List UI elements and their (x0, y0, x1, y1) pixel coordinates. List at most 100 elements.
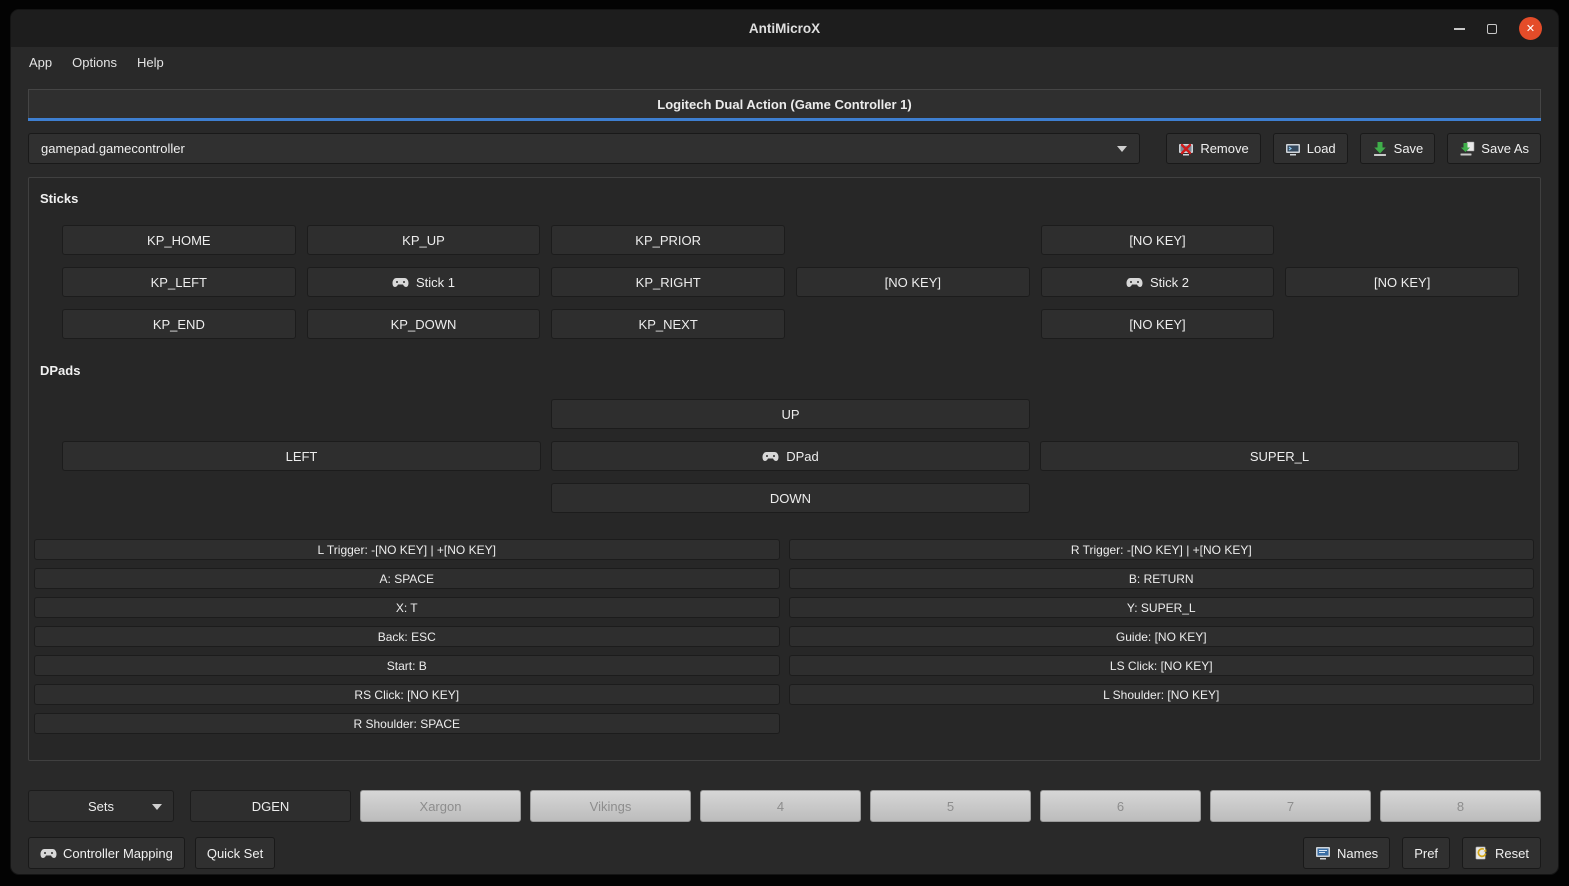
tab-controller-label: Logitech Dual Action (Game Controller 1) (657, 97, 911, 112)
stick2-center-button[interactable]: Stick 2 (1041, 267, 1275, 297)
load-profile-button[interactable]: Load (1273, 133, 1348, 164)
set-tab-3[interactable]: Vikings (530, 790, 691, 822)
tab-controller[interactable]: Logitech Dual Action (Game Controller 1) (28, 89, 1541, 118)
gamepad-icon (392, 277, 409, 288)
menu-app[interactable]: App (20, 51, 61, 74)
save-as-icon (1459, 141, 1475, 157)
guide-button[interactable]: Guide: [NO KEY] (789, 626, 1535, 647)
r-trigger-button[interactable]: R Trigger: -[NO KEY] | +[NO KEY] (789, 539, 1535, 560)
chevron-down-icon (1117, 146, 1127, 152)
controller-mapping-label: Controller Mapping (63, 846, 173, 861)
dpad-center-button[interactable]: DPad (551, 441, 1030, 471)
set-tab-7[interactable]: 7 (1210, 790, 1371, 822)
content-area: Logitech Dual Action (Game Controller 1)… (11, 77, 1558, 874)
quick-set-button[interactable]: Quick Set (195, 837, 275, 869)
ls-click-button[interactable]: LS Click: [NO KEY] (789, 655, 1535, 676)
set-tab-2[interactable]: Xargon (360, 790, 521, 822)
reset-icon (1474, 846, 1489, 861)
close-icon[interactable]: ✕ (1519, 17, 1542, 40)
stick1-center-button[interactable]: Stick 1 (307, 267, 541, 297)
dpad-label: DPad (786, 449, 819, 464)
footer-row: Controller Mapping Quick Set N (28, 837, 1541, 869)
profile-row: gamepad.gamecontroller Remove (28, 133, 1541, 164)
chevron-down-icon (152, 804, 162, 810)
menu-help[interactable]: Help (128, 51, 173, 74)
profile-actions: Remove Load (1166, 133, 1541, 164)
save-profile-button[interactable]: Save (1360, 133, 1436, 164)
stick1-left-button[interactable]: KP_LEFT (62, 267, 296, 297)
l-trigger-button[interactable]: L Trigger: -[NO KEY] | +[NO KEY] (34, 539, 780, 560)
gamepad-icon (40, 848, 57, 859)
reset-button[interactable]: Reset (1462, 837, 1541, 869)
gamepad-icon (1126, 277, 1143, 288)
remove-icon (1178, 141, 1194, 157)
button-assignments: L Trigger: -[NO KEY] | +[NO KEY] A: SPAC… (34, 539, 1534, 734)
window-frame: AntiMicroX ✕ App Options Help Logitech D… (0, 0, 1569, 886)
a-button[interactable]: A: SPACE (34, 568, 780, 589)
stick2-label: Stick 2 (1150, 275, 1189, 290)
load-profile-label: Load (1307, 141, 1336, 156)
x-button[interactable]: X: T (34, 597, 780, 618)
button-assignments-right: R Trigger: -[NO KEY] | +[NO KEY] B: RETU… (789, 539, 1535, 734)
reset-label: Reset (1495, 846, 1529, 861)
stick2-up-button[interactable]: [NO KEY] (1041, 225, 1275, 255)
app-window: AntiMicroX ✕ App Options Help Logitech D… (10, 9, 1559, 875)
remove-profile-label: Remove (1200, 141, 1248, 156)
quick-set-label: Quick Set (207, 846, 263, 861)
save-profile-label: Save (1394, 141, 1424, 156)
stick1-down-button[interactable]: KP_DOWN (307, 309, 541, 339)
gamepad-icon (762, 451, 779, 462)
back-button[interactable]: Back: ESC (34, 626, 780, 647)
sticks-grid: KP_HOME KP_UP KP_PRIOR [NO KEY] KP_LEFT … (62, 225, 1519, 339)
save-as-profile-label: Save As (1481, 141, 1529, 156)
stick2-left-button[interactable]: [NO KEY] (796, 267, 1030, 297)
sticks-section-label: Sticks (40, 191, 1540, 206)
pref-button[interactable]: Pref (1402, 837, 1450, 869)
stick2-down-button[interactable]: [NO KEY] (1041, 309, 1275, 339)
set-tab-6[interactable]: 6 (1040, 790, 1201, 822)
profile-select[interactable]: gamepad.gamecontroller (28, 133, 1140, 164)
dpad-up-button[interactable]: UP (551, 399, 1030, 429)
r-shoulder-button[interactable]: R Shoulder: SPACE (34, 713, 780, 734)
names-icon (1315, 846, 1331, 860)
sets-row: Sets DGEN Xargon Vikings 4 5 6 7 8 (28, 790, 1541, 822)
stick1-up-left-button[interactable]: KP_HOME (62, 225, 296, 255)
remove-profile-button[interactable]: Remove (1166, 133, 1260, 164)
window-controls: ✕ (1454, 10, 1542, 47)
rs-click-button[interactable]: RS Click: [NO KEY] (34, 684, 780, 705)
b-button[interactable]: B: RETURN (789, 568, 1535, 589)
set-tab-5[interactable]: 5 (870, 790, 1031, 822)
stick1-down-left-button[interactable]: KP_END (62, 309, 296, 339)
mapping-panel: Sticks KP_HOME KP_UP KP_PRIOR [NO KEY] K… (28, 177, 1541, 761)
window-title: AntiMicroX (749, 21, 820, 36)
dpad-left-button[interactable]: LEFT (62, 441, 541, 471)
names-button[interactable]: Names (1303, 837, 1390, 869)
footer-right-group: Names Pref Reset (1303, 837, 1541, 869)
dpad-down-button[interactable]: DOWN (551, 483, 1030, 513)
stick1-label: Stick 1 (416, 275, 455, 290)
maximize-icon[interactable] (1487, 24, 1497, 34)
profile-select-value: gamepad.gamecontroller (41, 141, 185, 156)
stick1-up-right-button[interactable]: KP_PRIOR (551, 225, 785, 255)
start-button[interactable]: Start: B (34, 655, 780, 676)
names-label: Names (1337, 846, 1378, 861)
sets-menu-button[interactable]: Sets (28, 790, 174, 822)
controller-mapping-button[interactable]: Controller Mapping (28, 837, 185, 869)
stick2-right-button[interactable]: [NO KEY] (1285, 267, 1519, 297)
stick1-down-right-button[interactable]: KP_NEXT (551, 309, 785, 339)
titlebar: AntiMicroX ✕ (11, 10, 1558, 47)
set-tab-8[interactable]: 8 (1380, 790, 1541, 822)
button-assignments-left: L Trigger: -[NO KEY] | +[NO KEY] A: SPAC… (34, 539, 780, 734)
stick1-right-button[interactable]: KP_RIGHT (551, 267, 785, 297)
set-tab-1[interactable]: DGEN (190, 790, 351, 822)
set-tab-4[interactable]: 4 (700, 790, 861, 822)
stick1-up-button[interactable]: KP_UP (307, 225, 541, 255)
menubar: App Options Help (11, 47, 1558, 77)
save-as-profile-button[interactable]: Save As (1447, 133, 1541, 164)
tab-active-underline (28, 118, 1541, 121)
minimize-icon[interactable] (1454, 28, 1465, 30)
l-shoulder-button[interactable]: L Shoulder: [NO KEY] (789, 684, 1535, 705)
menu-options[interactable]: Options (63, 51, 126, 74)
dpad-right-button[interactable]: SUPER_L (1040, 441, 1519, 471)
y-button[interactable]: Y: SUPER_L (789, 597, 1535, 618)
